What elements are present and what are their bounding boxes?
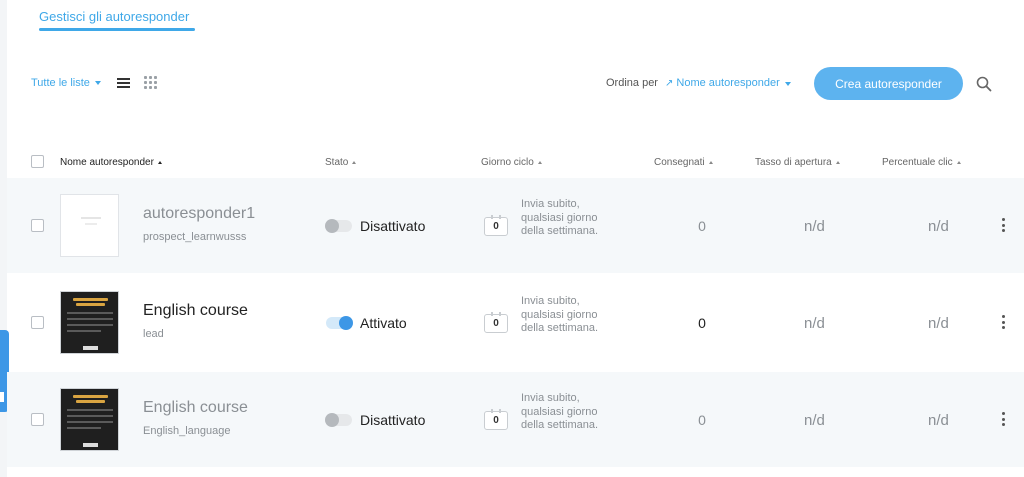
- column-header-cycle-day[interactable]: Giorno ciclo: [481, 157, 542, 168]
- toggle-knob: [339, 316, 353, 330]
- thumbnail-line: [81, 217, 101, 219]
- calendar-day-icon: 0: [484, 409, 508, 430]
- list-filter-dropdown[interactable]: Tutte le liste: [31, 77, 101, 89]
- thumbnail-line: [67, 330, 101, 332]
- thumbnail-line: [76, 303, 105, 306]
- sort-arrow-icon: ↗: [665, 77, 674, 89]
- open-rate: n/d: [804, 218, 825, 235]
- column-header-open-rate[interactable]: Tasso di apertura: [755, 157, 840, 168]
- create-autoresponder-button[interactable]: Crea autoresponder: [814, 67, 963, 100]
- status-toggle[interactable]: [326, 316, 353, 330]
- grid-view-icon[interactable]: [143, 76, 157, 89]
- sort-up-icon: [708, 161, 713, 164]
- list-name: prospect_learnwusss: [143, 231, 247, 243]
- email-thumbnail[interactable]: [60, 291, 119, 354]
- click-rate: n/d: [928, 315, 949, 332]
- email-thumbnail[interactable]: [60, 388, 119, 451]
- table-row[interactable]: autoresponder1 prospect_learnwusss Disat…: [7, 178, 1024, 273]
- thumbnail-line: [85, 223, 97, 225]
- thumbnail-line: [76, 400, 105, 403]
- column-header-label: Giorno ciclo: [481, 157, 534, 168]
- status-toggle[interactable]: [325, 219, 352, 233]
- tab-active-underline: [39, 28, 195, 31]
- thumbnail-line: [67, 324, 113, 326]
- select-all-checkbox[interactable]: [31, 155, 44, 168]
- sort-label: Ordina per: [606, 77, 658, 89]
- thumbnail-line: [83, 346, 98, 350]
- autoresponder-name[interactable]: autoresponder1: [143, 205, 255, 223]
- column-header-label: Nome autoresponder: [60, 157, 154, 168]
- calendar-day-icon: 0: [484, 312, 508, 333]
- thumbnail-line: [67, 421, 113, 423]
- delivered-count: 0: [698, 218, 706, 234]
- list-filter-label: Tutte le liste: [31, 76, 90, 89]
- search-icon[interactable]: [976, 76, 992, 92]
- column-header-name[interactable]: Nome autoresponder: [60, 157, 162, 168]
- column-header-label: Stato: [325, 157, 349, 168]
- sort-up-icon: [352, 161, 357, 164]
- sort-up-icon: [835, 161, 840, 164]
- more-options-icon[interactable]: [1000, 218, 1006, 232]
- more-options-icon[interactable]: [1000, 412, 1006, 426]
- cycle-description: Invia subito, qualsiasi giorno della set…: [521, 392, 599, 431]
- sort-value: Nome autoresponder: [676, 77, 780, 89]
- click-rate: n/d: [928, 218, 949, 235]
- status-text: Disattivato: [360, 412, 426, 428]
- row-checkbox[interactable]: [31, 219, 44, 232]
- calendar-day-icon: 0: [484, 215, 508, 236]
- row-checkbox[interactable]: [31, 413, 44, 426]
- cycle-description: Invia subito, qualsiasi giorno della set…: [521, 198, 599, 237]
- more-options-icon[interactable]: [1000, 315, 1006, 329]
- column-header-delivered[interactable]: Consegnati: [654, 157, 713, 168]
- table-row[interactable]: English course lead Attivato 0 Invia sub…: [7, 275, 1024, 370]
- thumbnail-line: [67, 312, 113, 314]
- status-text: Disattivato: [360, 218, 426, 234]
- table-row[interactable]: English course English_language Disattiv…: [7, 372, 1024, 467]
- delivered-count: 0: [698, 315, 706, 331]
- column-header-label: Consegnati: [654, 157, 705, 168]
- thumbnail-line: [83, 443, 98, 447]
- row-checkbox[interactable]: [31, 316, 44, 329]
- column-header-label: Tasso di apertura: [755, 157, 832, 168]
- sort-dropdown[interactable]: ↗ Nome autoresponder: [665, 77, 791, 89]
- side-tab-notch: [0, 392, 4, 402]
- open-rate: n/d: [804, 412, 825, 429]
- thumbnail-line: [73, 298, 108, 301]
- chevron-down-icon: [94, 81, 101, 85]
- click-rate: n/d: [928, 412, 949, 429]
- thumbnail-line: [67, 409, 113, 411]
- view-toolbar: Tutte le liste: [31, 76, 157, 89]
- thumbnail-line: [67, 427, 101, 429]
- chevron-down-icon: [784, 81, 791, 86]
- toggle-knob: [325, 413, 339, 427]
- tab-manage-autoresponders[interactable]: Gestisci gli autoresponder: [39, 9, 189, 24]
- list-name: lead: [143, 328, 164, 340]
- list-name: English_language: [143, 425, 231, 437]
- thumbnail-line: [73, 395, 108, 398]
- status-text: Attivato: [360, 315, 407, 331]
- open-rate: n/d: [804, 315, 825, 332]
- column-header-click-rate[interactable]: Percentuale clic: [882, 157, 961, 168]
- autoresponder-name[interactable]: English course: [143, 399, 248, 417]
- status-toggle[interactable]: [325, 413, 352, 427]
- thumbnail-line: [67, 415, 113, 417]
- sort-up-icon: [956, 161, 961, 164]
- column-header-status[interactable]: Stato: [325, 157, 357, 168]
- email-thumbnail[interactable]: [60, 194, 119, 257]
- list-view-icon[interactable]: [116, 77, 130, 88]
- column-header-label: Percentuale clic: [882, 157, 953, 168]
- autoresponder-name[interactable]: English course: [143, 302, 248, 320]
- sort-up-icon: [537, 161, 542, 164]
- delivered-count: 0: [698, 412, 706, 428]
- thumbnail-line: [67, 318, 113, 320]
- toggle-knob: [325, 219, 339, 233]
- sort-up-icon: [157, 161, 162, 164]
- cycle-description: Invia subito, qualsiasi giorno della set…: [521, 295, 599, 334]
